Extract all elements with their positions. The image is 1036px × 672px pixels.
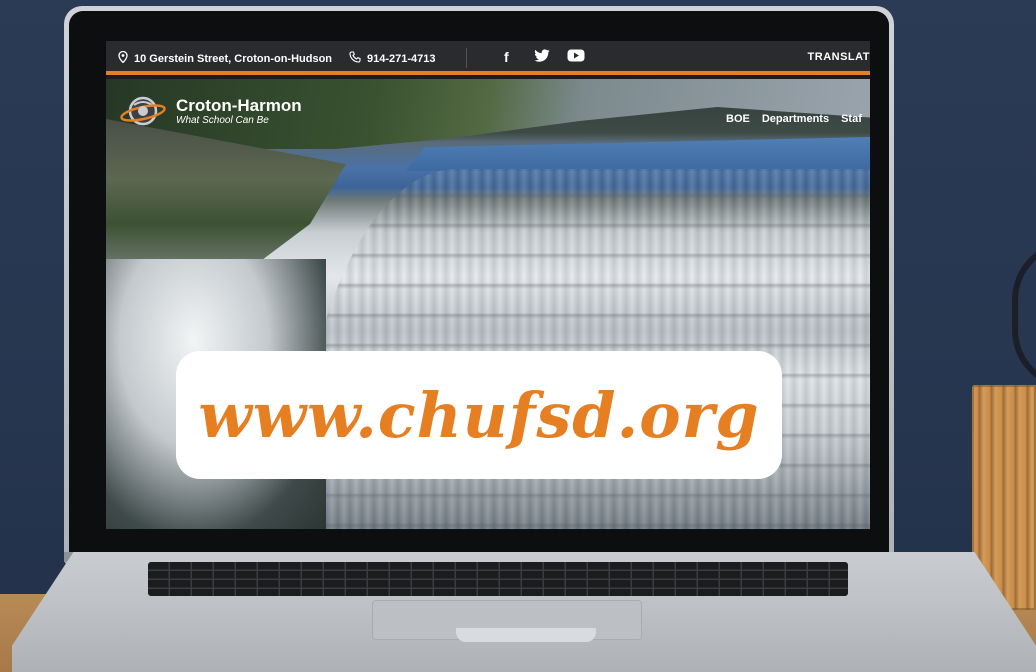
nav-item-staff[interactable]: Staf <box>841 113 862 125</box>
main-nav: BOE Departments Staf <box>726 113 862 125</box>
reservoir <box>406 137 870 171</box>
url-banner: www.chufsd.org <box>176 351 782 479</box>
logo-text: Croton-Harmon What School Can Be <box>176 95 302 126</box>
keyboard <box>148 562 848 596</box>
translate-button[interactable]: TRANSLAT <box>808 51 870 63</box>
address-text: 10 Gerstein Street, Croton-on-Hudson <box>134 52 333 65</box>
top-info-bar: 10 Gerstein Street, Croton-on-Hudson 914… <box>106 41 870 75</box>
phone-icon <box>349 51 361 66</box>
lamp <box>1012 240 1036 390</box>
facebook-icon[interactable]: f <box>504 49 509 65</box>
location-pin-icon <box>118 50 128 66</box>
site-logo[interactable]: Croton-Harmon What School Can Be <box>120 93 302 129</box>
twitter-icon[interactable] <box>534 49 550 66</box>
website-url[interactable]: www.chufsd.org <box>198 379 759 452</box>
globe-logo-icon <box>120 93 166 129</box>
laptop-notch <box>456 628 596 642</box>
phone-text: 914-271-4713 <box>367 52 436 65</box>
site-name: Croton-Harmon <box>176 95 302 115</box>
nav-item-boe[interactable]: BOE <box>726 113 750 125</box>
youtube-icon[interactable] <box>567 49 585 65</box>
site-tagline: What School Can Be <box>176 114 269 126</box>
laptop-lid: 10 Gerstein Street, Croton-on-Hudson 914… <box>64 6 894 564</box>
address-item[interactable]: 10 Gerstein Street, Croton-on-Hudson <box>118 50 333 66</box>
nav-item-departments[interactable]: Departments <box>762 113 829 125</box>
topbar-divider <box>466 48 467 68</box>
phone-item[interactable]: 914-271-4713 <box>349 51 436 66</box>
